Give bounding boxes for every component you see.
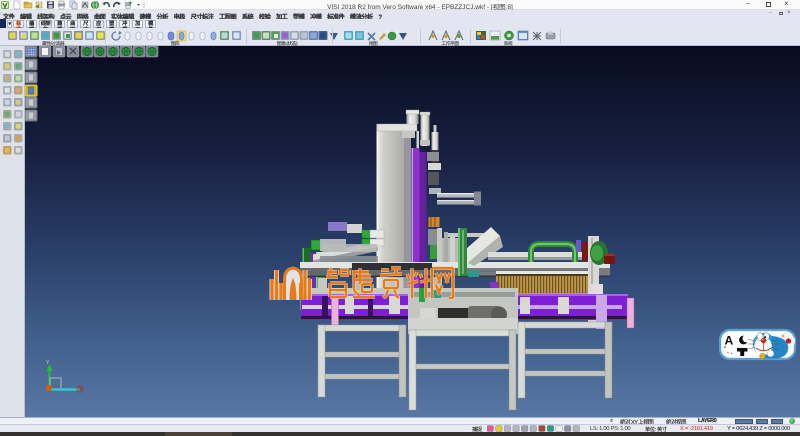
svg-text:A: A — [725, 334, 734, 348]
